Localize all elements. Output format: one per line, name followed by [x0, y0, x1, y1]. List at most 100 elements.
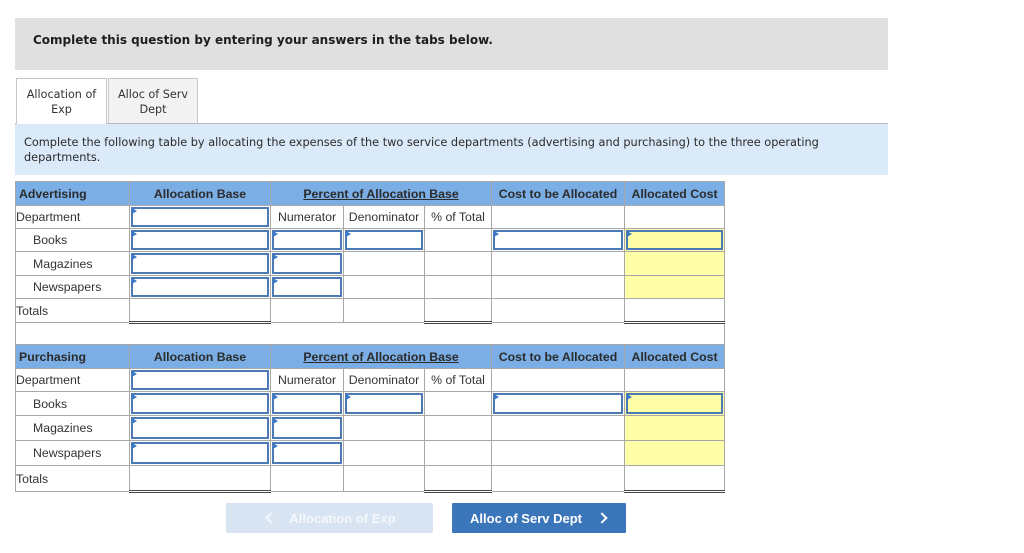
- cost-to-be-allocated-cell: [491, 440, 625, 466]
- advertising-header-row: Advertising Allocation Base Percent of All…: [15, 181, 725, 206]
- allocated-cost-input-books[interactable]: [626, 230, 723, 250]
- allocation-base-input-books[interactable]: [131, 230, 269, 250]
- numerator-input-books[interactable]: [272, 393, 342, 414]
- denominator-input-cell: [343, 228, 425, 252]
- percent-of-total-header: % of Total: [424, 368, 492, 392]
- allocation-base-input-magazines[interactable]: [131, 417, 269, 439]
- department-name-newspapers-text: Newspapers: [33, 280, 102, 294]
- numerator-input-magazines[interactable]: [272, 417, 342, 439]
- advertising-department-row: Department Numerator Denominator % of Total: [15, 205, 725, 229]
- cost-to-be-allocated-cell: [491, 251, 625, 276]
- percent-of-allocation-base-header-text: Percent of Allocation Base: [303, 349, 459, 364]
- department-name-books: Books: [15, 228, 130, 252]
- blank-cell: [491, 465, 625, 492]
- cost-to-be-allocated-cell: [491, 275, 625, 299]
- allocation-base-description-input[interactable]: [131, 207, 269, 227]
- allocation-base-input-newspapers[interactable]: [131, 277, 269, 297]
- department-label-text: Department: [16, 210, 81, 224]
- next-tab-button-label: Alloc of Serv Dept: [470, 510, 582, 526]
- department-name-books: Books: [15, 391, 130, 416]
- table-row: Newspapers: [15, 275, 725, 299]
- percent-of-total-value: [424, 251, 492, 276]
- department-label-text: Department: [16, 373, 81, 387]
- denominator-input-cell: [343, 391, 425, 416]
- numerator-header: Numerator: [270, 368, 344, 392]
- denominator-cell: [343, 275, 425, 299]
- tab-alloc-of-serv-dept[interactable]: Alloc of Serv Dept: [108, 78, 198, 123]
- department-name-newspapers: Newspapers: [15, 440, 130, 466]
- percent-of-total-header: % of Total: [424, 205, 492, 229]
- cost-to-be-allocated-input[interactable]: [493, 230, 623, 250]
- department-name-books-text: Books: [33, 396, 68, 411]
- numerator-input-magazines-cell: [270, 415, 344, 441]
- tab-label-line: Allocation of: [26, 88, 97, 101]
- numerator-header-text: Numerator: [277, 210, 337, 224]
- department-name-books-text: Books: [33, 233, 68, 247]
- percent-of-total-total: [424, 465, 492, 493]
- denominator-header: Denominator: [343, 205, 425, 229]
- department-name-magazines-text: Magazines: [33, 256, 93, 271]
- cost-to-be-allocated-input-cell: [491, 391, 625, 416]
- department-name-magazines-text: Magazines: [33, 421, 93, 435]
- allocation-base-input-newspapers-cell: [129, 440, 271, 466]
- blank-cell: [270, 465, 344, 492]
- table-row: Magazines: [15, 415, 725, 441]
- percent-of-total-value: [424, 415, 492, 441]
- allocation-base-header-text: Allocation Base: [153, 186, 247, 201]
- numerator-input-books-cell: [270, 391, 344, 416]
- denominator-input[interactable]: [345, 230, 423, 250]
- numerator-input-magazines[interactable]: [272, 253, 342, 274]
- totals-label: Totals: [15, 298, 130, 323]
- numerator-input-newspapers-cell: [270, 275, 344, 299]
- percent-of-total-value: [424, 391, 492, 416]
- allocated-cost-value-magazines: [624, 251, 725, 276]
- allocation-base-input-magazines[interactable]: [131, 253, 269, 274]
- purchasing-totals-row: Totals: [15, 465, 725, 493]
- allocation-base-header-text: Allocation Base: [153, 349, 247, 364]
- allocation-base-input-newspapers-cell: [129, 275, 271, 299]
- blank-cell: [270, 298, 344, 323]
- blank-cell: [624, 205, 725, 229]
- department-name-newspapers: Newspapers: [15, 275, 130, 299]
- advertising-totals-row: Totals: [15, 298, 725, 324]
- department-label: Department: [15, 368, 130, 392]
- prev-tab-button-label: Allocation of Exp: [289, 510, 396, 526]
- instructions-panel: Complete the following table by allocati…: [15, 123, 888, 175]
- tab-allocation-of-exp[interactable]: Allocation of Exp: [16, 78, 107, 124]
- allocation-base-input-magazines-cell: [129, 415, 271, 441]
- numerator-input-newspapers[interactable]: [272, 277, 342, 297]
- numerator-header: Numerator: [270, 205, 344, 229]
- blank-cell: [491, 298, 625, 323]
- percent-of-allocation-base-header: Percent of Allocation Base: [270, 181, 492, 206]
- cost-to-be-allocated-header: Cost to be Allocated: [491, 344, 625, 369]
- section-separator: [15, 322, 725, 345]
- service-department-header: Advertising: [15, 181, 130, 206]
- percent-of-total-value: [424, 275, 492, 299]
- allocation-base-description-input[interactable]: [131, 370, 269, 390]
- allocation-base-input-magazines-cell: [129, 251, 271, 276]
- allocation-base-input-newspapers[interactable]: [131, 442, 269, 464]
- percent-of-total-value: [424, 440, 492, 466]
- allocated-cost-value-newspapers: [624, 440, 725, 466]
- cost-to-be-allocated-header: Cost to be Allocated: [491, 181, 625, 206]
- numerator-input-newspapers[interactable]: [272, 442, 342, 464]
- allocation-base-input-books[interactable]: [131, 393, 269, 414]
- cost-to-be-allocated-input-cell: [491, 228, 625, 252]
- allocated-cost-input-books[interactable]: [626, 393, 723, 414]
- totals-label: Totals: [15, 465, 130, 492]
- denominator-input[interactable]: [345, 393, 423, 414]
- denominator-header-text: Denominator: [348, 373, 420, 387]
- next-tab-button[interactable]: Alloc of Serv Dept: [452, 503, 626, 533]
- department-name-magazines: Magazines: [15, 415, 130, 441]
- chevron-left-icon: [265, 512, 278, 524]
- prev-tab-button: Allocation of Exp: [226, 503, 433, 533]
- tab-label-line: Dept: [139, 103, 167, 116]
- cost-to-be-allocated-header-text: Cost to be Allocated: [498, 349, 618, 364]
- numerator-input-books[interactable]: [272, 230, 342, 250]
- blank-cell: [343, 465, 425, 492]
- department-name-magazines: Magazines: [15, 251, 130, 276]
- allocation-base-header: Allocation Base: [129, 344, 271, 369]
- percent-of-total-value: [424, 228, 492, 252]
- cost-to-be-allocated-input[interactable]: [493, 393, 623, 414]
- allocation-base-input-books-cell: [129, 228, 271, 252]
